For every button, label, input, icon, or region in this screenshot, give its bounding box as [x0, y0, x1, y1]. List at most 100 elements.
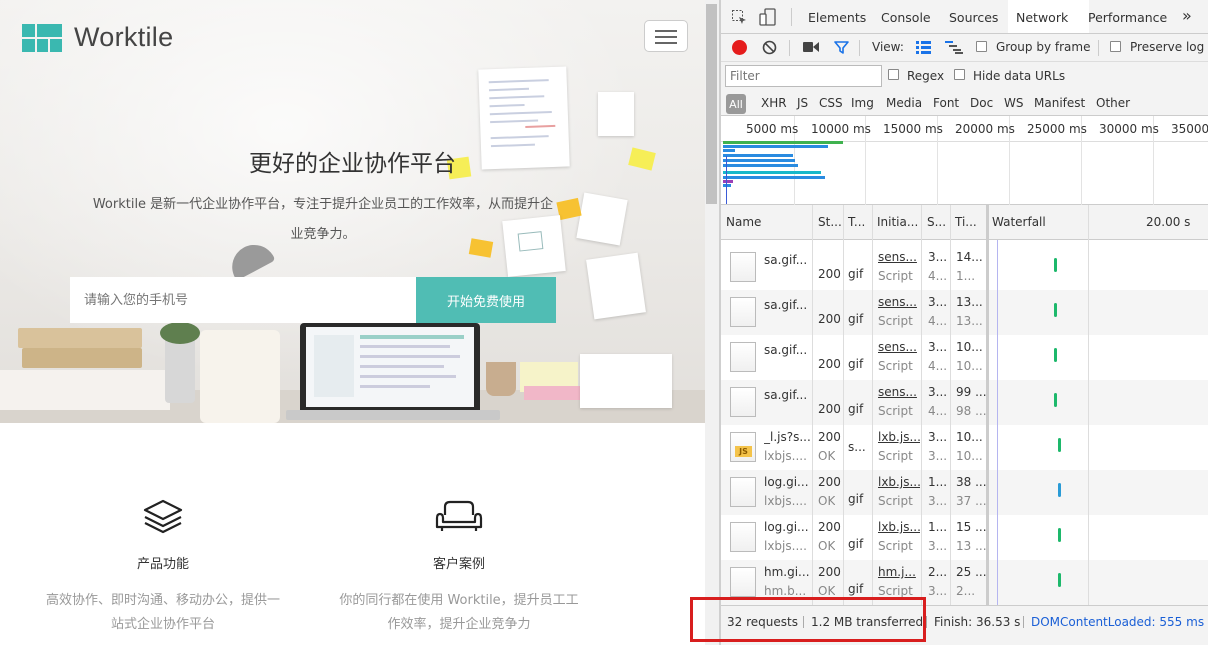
network-requests-table: Name St... T... Initia... S... Ti... Wat…: [721, 205, 1208, 605]
tab-performance[interactable]: Performance: [1088, 10, 1167, 25]
phone-number-input[interactable]: [70, 277, 416, 323]
worktile-logo[interactable]: Worktile: [22, 22, 173, 53]
column-size-header[interactable]: S...: [927, 215, 946, 229]
large-rows-icon[interactable]: [916, 41, 931, 54]
network-toolbar: View: Group by frame Preserve log: [721, 34, 1208, 62]
table-row[interactable]: log.gi... lxbjs.... 200 OK gif lxb.js... Scrip…: [721, 470, 1208, 515]
request-initiator-type: Script: [878, 404, 913, 418]
preserve-log-checkbox[interactable]: [1110, 41, 1121, 52]
regex-checkbox[interactable]: [888, 69, 899, 80]
request-initiator-link[interactable]: sens...: [878, 295, 920, 309]
column-waterfall-header[interactable]: Waterfall: [992, 215, 1046, 229]
request-type: s...: [848, 440, 866, 454]
waterfall-bar[interactable]: [1054, 258, 1057, 272]
finish-time: Finish: 36.53 s: [934, 615, 1021, 629]
type-filter-js[interactable]: JS: [797, 96, 808, 110]
request-initiator-type: Script: [878, 584, 913, 598]
type-filter-other[interactable]: Other: [1096, 96, 1130, 110]
type-filter-xhr[interactable]: XHR: [761, 96, 787, 110]
type-filter-font[interactable]: Font: [933, 96, 959, 110]
network-overview-timeline[interactable]: 5000 ms 10000 ms 15000 ms 20000 ms 25000…: [721, 116, 1208, 205]
page-scrollbar-thumb[interactable]: [706, 4, 717, 204]
request-initiator-link[interactable]: lxb.js...: [878, 475, 920, 489]
table-row[interactable]: sa.gif... 200 gif sens... Script 3... 4... 10..…: [721, 335, 1208, 380]
request-size: 1...: [928, 475, 948, 489]
waterfall-splitter[interactable]: [986, 205, 989, 605]
more-tabs-icon[interactable]: »: [1182, 6, 1192, 25]
request-size: 3...: [928, 385, 948, 399]
plant-pot-image: [165, 335, 195, 403]
request-type: gif: [848, 267, 864, 281]
request-initiator-link[interactable]: sens...: [878, 340, 920, 354]
group-by-frame-label: Group by frame: [996, 40, 1091, 54]
feature-product[interactable]: 产品功能 高效协作、即时沟通、移动办公，提供一 站式企业协作平台: [20, 497, 306, 637]
table-row[interactable]: log.gi... lxbjs.... 200 OK gif lxb.js... Scrip…: [721, 515, 1208, 560]
column-name-header[interactable]: Name: [726, 215, 761, 229]
waterfall-bar[interactable]: [1054, 348, 1057, 362]
hero-section: Worktile 更好的企业协作平台 Worktile 是新一代企业协作平台，专…: [0, 0, 705, 423]
filter-input[interactable]: [725, 65, 882, 87]
mug-image: [486, 362, 516, 396]
type-filter-all[interactable]: All: [726, 94, 746, 114]
column-initiator-header[interactable]: Initia...: [877, 215, 918, 229]
start-free-button[interactable]: 开始免费使用: [416, 277, 556, 323]
waterfall-bar[interactable]: [1054, 393, 1057, 407]
feature-customers[interactable]: 客户案例 你的同行都在使用 Worktile，提升员工工 作效率，提升企业竞争力: [318, 497, 600, 637]
record-icon[interactable]: [732, 40, 747, 55]
request-type: gif: [848, 537, 864, 551]
request-time: 13...: [956, 295, 983, 309]
table-row[interactable]: sa.gif... 200 gif sens... Script 3... 4... 13..…: [721, 290, 1208, 335]
type-filter-doc[interactable]: Doc: [970, 96, 993, 110]
waterfall-bar[interactable]: [1058, 483, 1061, 497]
request-initiator-link[interactable]: sens...: [878, 250, 920, 264]
column-status-header[interactable]: St...: [818, 215, 842, 229]
table-row[interactable]: JS _l.js?s... lxbjs.... 200 OK s... lxb.js... S…: [721, 425, 1208, 470]
regex-label: Regex: [907, 69, 945, 83]
dom-content-loaded-marker: [997, 240, 998, 605]
video-camera-icon[interactable]: [803, 41, 819, 53]
request-domain: hm.b...: [764, 584, 807, 598]
resource-type-filter: All XHR JS CSS Img Media Font Doc WS Man…: [721, 92, 1208, 116]
waterfall-bar[interactable]: [1058, 573, 1061, 587]
type-filter-ws[interactable]: WS: [1004, 96, 1023, 110]
overview-waterfall-icon[interactable]: [945, 41, 963, 54]
column-time-header[interactable]: Ti...: [955, 215, 977, 229]
waterfall-bar[interactable]: [1058, 438, 1061, 452]
tab-console[interactable]: Console: [881, 10, 931, 25]
request-time: 10...: [956, 340, 983, 354]
clear-icon[interactable]: [762, 40, 777, 55]
tab-sources[interactable]: Sources: [949, 10, 998, 25]
request-size: 2...: [928, 565, 948, 579]
request-name: log.gi...: [764, 520, 809, 534]
request-domain: lxbjs....: [764, 449, 807, 463]
request-initiator-link[interactable]: hm.j...: [878, 565, 920, 579]
timeline-tick: 35000: [1171, 122, 1208, 136]
tab-elements[interactable]: Elements: [808, 10, 866, 25]
waterfall-bar[interactable]: [1058, 528, 1061, 542]
request-status-text: OK: [818, 584, 836, 598]
table-row[interactable]: sa.gif... 200 gif sens... Script 3... 4... 99 .…: [721, 380, 1208, 425]
type-filter-css[interactable]: CSS: [819, 96, 843, 110]
type-filter-img[interactable]: Img: [851, 96, 874, 110]
menu-icon: [655, 30, 677, 32]
request-initiator-link[interactable]: lxb.js...: [878, 520, 920, 534]
device-toolbar-icon[interactable]: [759, 8, 776, 26]
hide-data-urls-checkbox[interactable]: [954, 69, 965, 80]
hamburger-menu-button[interactable]: [644, 20, 688, 52]
filter-icon[interactable]: [834, 40, 849, 55]
timeline-tick: 20000 ms: [955, 122, 1015, 136]
tab-network[interactable]: Network: [1016, 10, 1068, 25]
request-name: hm.gi...: [764, 565, 810, 579]
request-latency: 98 ...: [956, 404, 986, 418]
group-by-frame-checkbox[interactable]: [976, 41, 987, 52]
request-name: log.gi...: [764, 475, 809, 489]
timeline-tick: 5000 ms: [746, 122, 799, 136]
column-type-header[interactable]: T...: [848, 215, 865, 229]
request-initiator-link[interactable]: sens...: [878, 385, 920, 399]
inspect-element-icon[interactable]: [731, 9, 748, 26]
table-row[interactable]: sa.gif... 200 gif sens... Script 3... 4... 14..…: [721, 245, 1208, 290]
type-filter-media[interactable]: Media: [886, 96, 922, 110]
request-initiator-link[interactable]: lxb.js...: [878, 430, 920, 444]
type-filter-manifest[interactable]: Manifest: [1034, 96, 1085, 110]
waterfall-bar[interactable]: [1054, 303, 1057, 317]
